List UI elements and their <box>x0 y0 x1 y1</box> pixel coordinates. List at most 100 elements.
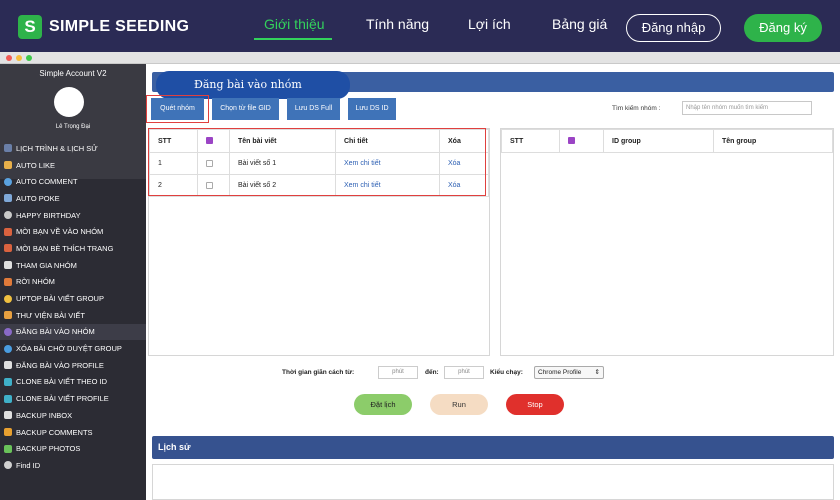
brand-name: SIMPLE SEEDING <box>49 18 190 35</box>
sidebar-item-auto-comment[interactable]: AUTO COMMENT <box>0 173 146 190</box>
nav-link-features[interactable]: Tính năng <box>366 16 429 32</box>
sidebar-item-post-to-profile[interactable]: ĐĂNG BÀI VÀO PROFILE <box>0 357 146 374</box>
delay-from-input[interactable]: phút <box>378 366 418 379</box>
sidebar-item-label: AUTO COMMENT <box>16 177 78 187</box>
main-content: Đăng bài vào nhóm Quét nhóm Chọn từ file… <box>146 64 840 500</box>
sidebar-item-label: Find ID <box>16 460 41 470</box>
sidebar-item-schedule-history[interactable]: LỊCH TRÌNH & LỊCH SỬ <box>0 140 146 157</box>
search-input[interactable]: Nhập tên nhóm muốn tìm kiếm <box>682 101 812 115</box>
sidebar-item-label: THAM GIA NHÓM <box>16 260 77 270</box>
column-header-stt: STT <box>501 129 560 153</box>
clone-icon <box>4 394 12 403</box>
minimize-window-icon[interactable] <box>16 55 22 61</box>
calendar-icon <box>4 144 12 153</box>
photos-icon <box>4 444 12 453</box>
inbox-icon <box>4 411 12 420</box>
sidebar-item-happy-birthday[interactable]: HAPPY BIRTHDAY <box>0 207 146 224</box>
sidebar-item-invite-group[interactable]: MỜI BẠN VỀ VÀO NHÓM <box>0 223 146 240</box>
history-log <box>152 464 834 500</box>
sidebar-item-label: RỜI NHÓM <box>16 277 55 287</box>
login-button[interactable]: Đăng nhập <box>626 14 721 42</box>
close-window-icon[interactable] <box>6 55 12 61</box>
sidebar-item-label: AUTO LIKE <box>16 160 56 170</box>
logo-badge-icon: S <box>18 15 42 39</box>
sidebar-item-post-to-group[interactable]: ĐĂNG BÀI VÀO NHÓM <box>0 323 146 341</box>
find-icon <box>4 461 12 470</box>
sidebar-item-label: AUTO POKE <box>16 193 60 203</box>
sidebar-menu: LỊCH TRÌNH & LỊCH SỬ AUTO LIKE AUTO COMM… <box>0 140 146 474</box>
avatar[interactable] <box>54 87 84 117</box>
delay-to-input[interactable]: phút <box>444 366 484 379</box>
sidebar-item-post-library[interactable]: THƯ VIỆN BÀI VIẾT <box>0 307 146 324</box>
save-id-list-button[interactable]: Lưu DS ID <box>348 98 396 120</box>
account-title: Simple Account V2 <box>39 69 107 78</box>
sidebar-item-find-id[interactable]: Find ID <box>0 457 146 474</box>
sidebar-item-uptop-group-post[interactable]: UPTOP BÀI VIẾT GROUP <box>0 290 146 307</box>
top-navigation: S SIMPLE SEEDING Giới thiệu Tính năng Lợ… <box>0 0 840 52</box>
sidebar-item-backup-photos[interactable]: BACKUP PHOTOS <box>0 440 146 457</box>
stop-button[interactable]: Stop <box>506 394 564 415</box>
sidebar-item-delete-pending-posts[interactable]: XÓA BÀI CHỜ DUYỆT GROUP <box>0 340 146 357</box>
delay-settings: Thời gian giãn cách từ: phút đến: phút K… <box>146 366 840 380</box>
section-header: Đăng bài vào nhóm <box>152 71 834 99</box>
sidebar-item-label: CLONE BÀI VIẾT PROFILE <box>16 394 109 404</box>
leave-icon <box>4 277 12 286</box>
sidebar-item-leave-group[interactable]: RỜI NHÓM <box>0 274 146 291</box>
sidebar-item-clone-post-profile[interactable]: CLONE BÀI VIẾT PROFILE <box>0 390 146 407</box>
sidebar-item-label: XÓA BÀI CHỜ DUYỆT GROUP <box>16 344 122 354</box>
scan-groups-button[interactable]: Quét nhóm <box>151 98 204 120</box>
search-label: Tìm kiếm nhóm : <box>612 105 661 112</box>
sidebar-item-auto-like[interactable]: AUTO LIKE <box>0 157 146 174</box>
nav-link-intro[interactable]: Giới thiệu <box>264 16 325 32</box>
sidebar-item-backup-comments[interactable]: BACKUP COMMENTS <box>0 424 146 441</box>
app-window: Simple Account V2 Lê Trọng Đại LỊCH TRÌN… <box>0 52 840 500</box>
groups-table: STT ID group Tên group <box>501 129 833 153</box>
post-icon <box>4 327 12 336</box>
plus-icon <box>4 244 12 253</box>
delete-icon <box>4 344 12 353</box>
user-name: Lê Trọng Đại <box>55 124 91 130</box>
comments-backup-icon <box>4 428 12 437</box>
run-mode-label: Kiểu chạy: <box>490 369 523 376</box>
sidebar-item-label: BACKUP INBOX <box>16 410 73 420</box>
sidebar-item-label: ĐĂNG BÀI VÀO NHÓM <box>16 327 95 337</box>
sidebar-item-label: THƯ VIỆN BÀI VIẾT <box>16 310 85 320</box>
sidebar-item-clone-post-id[interactable]: CLONE BÀI VIẾT THEO ID <box>0 374 146 391</box>
clone-icon <box>4 377 12 386</box>
sidebar-item-join-group[interactable]: THAM GIA NHÓM <box>0 257 146 274</box>
group-icon <box>4 261 12 270</box>
sidebar-item-invite-like-page[interactable]: MỜI BẠN BÈ THÍCH TRANG <box>0 240 146 257</box>
nav-link-pricing[interactable]: Bảng giá <box>552 16 607 32</box>
brand-logo[interactable]: S SIMPLE SEEDING <box>18 15 189 39</box>
library-icon <box>4 311 12 320</box>
comment-icon <box>4 177 12 186</box>
profile-icon <box>4 361 12 370</box>
schedule-button[interactable]: Đặt lịch <box>354 394 412 415</box>
nav-link-benefits[interactable]: Lợi ích <box>468 16 511 32</box>
chevron-updown-icon: ⇕ <box>594 369 600 376</box>
run-button[interactable]: Run <box>430 394 488 415</box>
plus-icon <box>4 227 12 236</box>
sidebar-item-auto-poke[interactable]: AUTO POKE <box>0 190 146 207</box>
sidebar-item-label: LỊCH TRÌNH & LỊCH SỬ <box>16 143 98 153</box>
delay-from-label: Thời gian giãn cách từ: <box>282 369 355 376</box>
sidebar-item-label: CLONE BÀI VIẾT THEO ID <box>16 377 107 387</box>
column-header-group-name: Tên group <box>713 129 833 153</box>
sidebar-item-label: MỜI BẠN BÈ THÍCH TRANG <box>16 243 114 253</box>
maximize-window-icon[interactable] <box>26 55 32 61</box>
arrow-up-icon <box>4 294 12 303</box>
history-header: Lịch sử <box>152 436 834 459</box>
sidebar-item-label: UPTOP BÀI VIẾT GROUP <box>16 294 104 304</box>
choose-gid-file-button[interactable]: Chọn từ file GID <box>212 98 279 120</box>
select-all-checkbox[interactable] <box>568 137 575 145</box>
register-button[interactable]: Đăng ký <box>744 14 822 42</box>
sidebar-item-backup-inbox[interactable]: BACKUP INBOX <box>0 407 146 424</box>
run-mode-select[interactable]: Chrome Profile ⇕ <box>534 366 604 379</box>
sidebar-item-label: ĐĂNG BÀI VÀO PROFILE <box>16 360 104 370</box>
cake-icon <box>4 211 12 220</box>
nav-active-indicator <box>254 38 332 40</box>
poke-icon <box>4 194 12 203</box>
save-full-list-button[interactable]: Lưu DS Full <box>287 98 340 120</box>
thumbs-up-icon <box>4 161 12 170</box>
sidebar-item-label: MỜI BẠN VỀ VÀO NHÓM <box>16 227 104 237</box>
